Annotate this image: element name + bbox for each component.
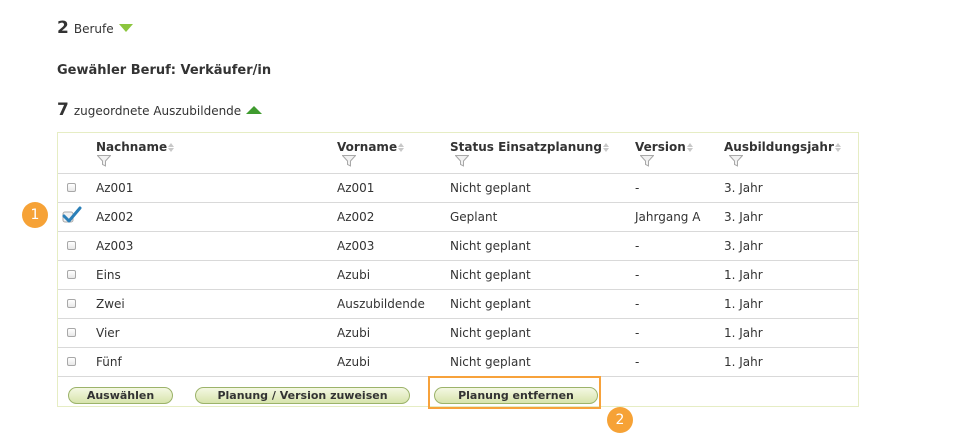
sort-icon[interactable]	[602, 143, 609, 152]
azubi-count: 7	[57, 100, 69, 120]
column-header-status[interactable]: Status Einsatzplanung	[450, 140, 609, 154]
cell-nachname: Az003	[96, 239, 134, 253]
berufe-count: 2	[57, 18, 69, 38]
sort-icon[interactable]	[686, 143, 693, 152]
azubi-count-line: 7 zugeordnete Auszubildende	[57, 100, 263, 120]
checkbox-checked-icon[interactable]	[62, 206, 82, 224]
select-button[interactable]: Auswählen	[68, 387, 173, 404]
cell-version: -	[635, 297, 640, 311]
filter-icon[interactable]	[455, 155, 469, 167]
triangle-up-icon[interactable]	[246, 106, 263, 114]
cell-vorname: Az001	[337, 181, 375, 195]
cell-nachname: Az001	[96, 181, 134, 195]
column-label: Ausbildungsjahr	[724, 140, 834, 154]
cell-vorname: Az003	[337, 239, 375, 253]
cell-vorname: Azubi	[337, 326, 371, 340]
cell-nachname: Fünf	[96, 355, 122, 369]
callout-marker-2: 2	[607, 407, 633, 433]
row-checkbox[interactable]	[67, 299, 76, 308]
cell-jahr: 1. Jahr	[724, 355, 763, 369]
row-checkbox[interactable]	[67, 241, 76, 250]
cell-vorname: Auszubildende	[337, 297, 425, 311]
cell-version: -	[635, 355, 640, 369]
row-checkbox[interactable]	[67, 270, 76, 279]
cell-vorname: Azubi	[337, 268, 371, 282]
cell-status: Nicht geplant	[450, 355, 531, 369]
cell-status: Nicht geplant	[450, 239, 531, 253]
column-header-vorname[interactable]: Vorname	[337, 140, 405, 154]
cell-jahr: 1. Jahr	[724, 268, 763, 282]
cell-nachname: Eins	[96, 268, 121, 282]
cell-version: Jahrgang A	[635, 210, 701, 224]
row-checkbox[interactable]	[67, 328, 76, 337]
cell-version: -	[635, 326, 640, 340]
cell-version: -	[635, 239, 640, 253]
cell-status: Nicht geplant	[450, 297, 531, 311]
triangle-down-icon[interactable]	[118, 24, 133, 32]
table-row[interactable]: Fünf Azubi Nicht geplant - 1. Jahr	[58, 347, 858, 376]
cell-jahr: 3. Jahr	[724, 181, 763, 195]
cell-version: -	[635, 268, 640, 282]
sort-icon[interactable]	[834, 143, 841, 152]
sort-icon[interactable]	[398, 143, 405, 152]
filter-icon[interactable]	[640, 155, 654, 167]
column-label: Nachname	[96, 140, 168, 154]
cell-jahr: 1. Jahr	[724, 326, 763, 340]
callout-marker-1: 1	[22, 202, 48, 228]
cell-nachname: Az002	[96, 210, 134, 224]
table-row[interactable]: Az001 Az001 Nicht geplant - 3. Jahr	[58, 173, 858, 202]
filter-icon[interactable]	[97, 155, 111, 167]
sort-icon[interactable]	[168, 143, 175, 152]
column-header-nachname[interactable]: Nachname	[96, 140, 175, 154]
cell-vorname: Azubi	[337, 355, 371, 369]
highlight-box	[428, 376, 601, 409]
column-header-version[interactable]: Version	[635, 140, 693, 154]
cell-jahr: 1. Jahr	[724, 297, 763, 311]
table-row[interactable]: Az003 Az003 Nicht geplant - 3. Jahr	[58, 231, 858, 260]
filter-icon[interactable]	[729, 155, 743, 167]
cell-status: Nicht geplant	[450, 268, 531, 282]
column-header-ausbildungsjahr[interactable]: Ausbildungsjahr	[724, 140, 841, 154]
berufe-label: Berufe	[73, 22, 114, 36]
assign-planung-version-button[interactable]: Planung / Version zuweisen	[195, 387, 410, 404]
column-label: Vorname	[337, 140, 398, 154]
cell-nachname: Vier	[96, 326, 120, 340]
row-checkbox[interactable]	[67, 183, 76, 192]
cell-nachname: Zwei	[96, 297, 125, 311]
cell-jahr: 3. Jahr	[724, 239, 763, 253]
row-checkbox[interactable]	[67, 357, 76, 366]
table-row[interactable]: Vier Azubi Nicht geplant - 1. Jahr	[58, 318, 858, 347]
cell-vorname: Az002	[337, 210, 375, 224]
cell-status: Geplant	[450, 210, 498, 224]
selected-beruf-heading: Gewähler Beruf: Verkäufer/in	[57, 63, 272, 78]
cell-version: -	[635, 181, 640, 195]
filter-icon[interactable]	[342, 155, 356, 167]
berufe-count-line: 2 Berufe	[57, 18, 133, 38]
table-row[interactable]: Az002 Az002 Geplant Jahrgang A 3. Jahr	[58, 202, 858, 231]
cell-status: Nicht geplant	[450, 326, 531, 340]
table-row[interactable]: Zwei Auszubildende Nicht geplant - 1. Jahr	[58, 289, 858, 318]
table-row[interactable]: Eins Azubi Nicht geplant - 1. Jahr	[58, 260, 858, 289]
cell-status: Nicht geplant	[450, 181, 531, 195]
cell-jahr: 3. Jahr	[724, 210, 763, 224]
azubi-table: Nachname Vorname Status Einsatzplanung V…	[57, 132, 859, 407]
azubi-label: zugeordnete Auszubildende	[73, 104, 242, 118]
table-header: Nachname Vorname Status Einsatzplanung V…	[58, 133, 858, 173]
column-label: Version	[635, 140, 686, 154]
column-label: Status Einsatzplanung	[450, 140, 602, 154]
